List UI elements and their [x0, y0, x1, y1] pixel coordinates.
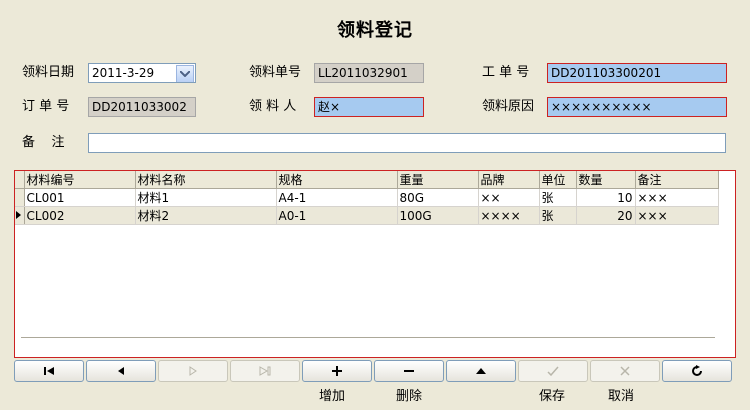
cell[interactable]: 材料1 [135, 188, 277, 207]
checkmark-icon [547, 366, 559, 376]
chevron-down-icon [180, 71, 190, 77]
col-header[interactable]: 材料编号 [24, 171, 136, 189]
slip-label: 领料单号 [249, 65, 302, 80]
order-label: 订 单 号 [22, 99, 70, 114]
cell[interactable]: 张 [539, 188, 577, 207]
row-indicator-header [15, 171, 25, 189]
cell[interactable]: ××× [635, 188, 719, 207]
delete-record-button[interactable] [374, 360, 444, 382]
first-icon [44, 367, 54, 375]
cell[interactable]: 张 [539, 206, 577, 225]
row-indicator[interactable] [15, 188, 25, 207]
person-field[interactable]: 赵× [314, 97, 424, 117]
prev-icon [118, 367, 124, 375]
grid-header-row: 材料编号 材料名称 规格 重量 品牌 单位 数量 备注 [15, 171, 719, 189]
remark-field[interactable] [88, 133, 726, 153]
cell[interactable]: 10 [576, 188, 636, 207]
edit-record-button[interactable] [446, 360, 516, 382]
cancel-caption: 取消 [607, 389, 634, 404]
col-header[interactable]: 备注 [635, 171, 719, 189]
add-record-button[interactable] [302, 360, 372, 382]
col-header[interactable]: 数量 [576, 171, 636, 189]
date-combo[interactable]: 2011-3-29 [88, 63, 196, 83]
minus-icon [404, 370, 414, 372]
page-title: 领料登记 [337, 20, 413, 41]
reason-label: 领料原因 [482, 99, 535, 114]
table-row[interactable]: CL001 材料1 A4-1 80G ×× 张 10 ××× [15, 188, 719, 207]
cell[interactable]: 材料2 [135, 206, 277, 225]
prev-record-button[interactable] [86, 360, 156, 382]
add-caption: 增加 [318, 389, 345, 404]
cell[interactable]: A0-1 [276, 206, 398, 225]
grid-bottom-divider [21, 337, 715, 338]
last-record-button[interactable] [230, 360, 300, 382]
save-caption: 保存 [538, 389, 565, 404]
job-field[interactable]: DD201103300201 [547, 63, 727, 83]
materials-grid[interactable]: 材料编号 材料名称 规格 重量 品牌 单位 数量 备注 CL001 材料1 A4… [14, 170, 736, 358]
next-record-button[interactable] [158, 360, 228, 382]
col-header[interactable]: 单位 [539, 171, 577, 189]
delete-caption: 删除 [395, 389, 422, 404]
materials-table: 材料编号 材料名称 规格 重量 品牌 单位 数量 备注 CL001 材料1 A4… [15, 171, 719, 225]
first-record-button[interactable] [14, 360, 84, 382]
date-value: 2011-3-29 [92, 66, 155, 80]
order-field: DD2011033002 [88, 97, 196, 117]
reason-field[interactable]: ×××××××××× [547, 97, 727, 117]
refresh-icon [692, 365, 702, 376]
next-icon [189, 366, 197, 376]
current-row-arrow-icon [16, 210, 21, 219]
plus-icon [332, 366, 342, 376]
cell[interactable]: A4-1 [276, 188, 398, 207]
job-label: 工 单 号 [482, 65, 530, 80]
cell[interactable]: CL002 [24, 206, 136, 225]
x-icon [620, 366, 630, 376]
cell[interactable]: ××× [635, 206, 719, 225]
person-label: 领 料 人 [249, 99, 297, 114]
cancel-record-button[interactable] [590, 360, 660, 382]
col-header[interactable]: 规格 [276, 171, 398, 189]
date-label: 领料日期 [22, 65, 75, 80]
remark-label: 备 注 [22, 135, 65, 150]
refresh-record-button[interactable] [662, 360, 732, 382]
cell[interactable]: ×× [478, 188, 540, 207]
triangle-up-icon [476, 368, 486, 374]
col-header[interactable]: 品牌 [478, 171, 540, 189]
col-header[interactable]: 材料名称 [135, 171, 277, 189]
row-indicator[interactable] [15, 206, 25, 225]
post-record-button[interactable] [518, 360, 588, 382]
cell[interactable]: 80G [397, 188, 479, 207]
cell[interactable]: CL001 [24, 188, 136, 207]
cell[interactable]: 100G [397, 206, 479, 225]
cell[interactable]: 20 [576, 206, 636, 225]
col-header[interactable]: 重量 [397, 171, 479, 189]
slip-field: LL2011032901 [314, 63, 424, 83]
last-icon [259, 366, 271, 376]
cell[interactable]: ×××× [478, 206, 540, 225]
date-dropdown-button[interactable] [176, 65, 194, 82]
table-row[interactable]: CL002 材料2 A0-1 100G ×××× 张 20 ××× [15, 206, 719, 225]
